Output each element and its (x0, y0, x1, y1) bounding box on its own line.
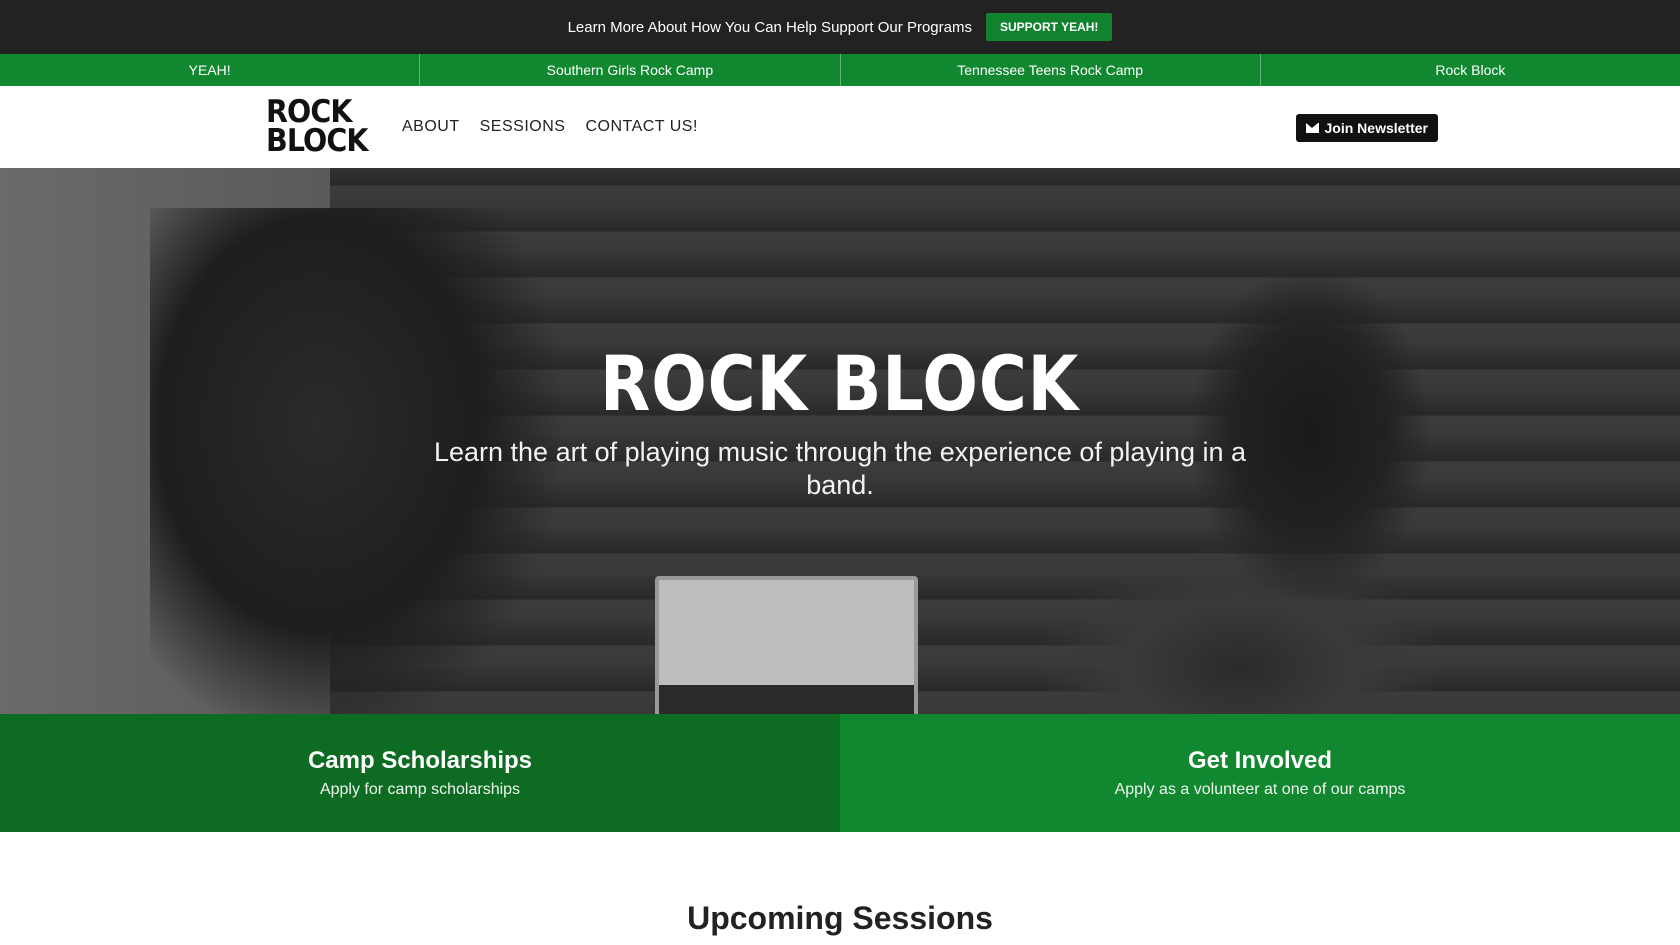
site-tab-yeah[interactable]: YEAH! (0, 54, 421, 86)
nav-contact-us[interactable]: CONTACT US! (585, 118, 697, 136)
site-tab-rock-block[interactable]: Rock Block (1261, 54, 1680, 86)
support-yeah-button[interactable]: SUPPORT YEAH! (985, 13, 1113, 41)
cta-row: Camp Scholarships Apply for camp scholar… (0, 714, 1680, 832)
camp-scholarships-card[interactable]: Camp Scholarships Apply for camp scholar… (0, 714, 840, 832)
site-tab-tennessee-teens-rock-camp[interactable]: Tennessee Teens Rock Camp (841, 54, 1261, 86)
site-header: ROCK BLOCK ABOUT SESSIONS CONTACT US! Jo… (0, 86, 1680, 168)
hero-subtitle: Learn the art of playing music through t… (433, 437, 1246, 500)
nav-about[interactable]: ABOUT (402, 118, 460, 136)
rock-block-logo[interactable]: ROCK BLOCK (266, 97, 368, 159)
support-banner: Learn More About How You Can Help Suppor… (0, 0, 1680, 54)
nav-sessions[interactable]: SESSIONS (480, 118, 566, 136)
join-newsletter-button[interactable]: Join Newsletter (1295, 114, 1438, 142)
join-newsletter-label: Join Newsletter (1324, 120, 1428, 136)
hero-photo-amplifier (655, 576, 918, 714)
cta-description: Apply for camp scholarships (319, 781, 521, 798)
get-involved-card[interactable]: Get Involved Apply as a volunteer at one… (840, 714, 1680, 832)
envelope-icon (1305, 123, 1319, 133)
upcoming-sessions-heading: Upcoming Sessions (687, 900, 993, 936)
hero-content: ROCK BLOCK Learn the art of playing musi… (0, 344, 1680, 502)
site-switcher-bar: YEAH! Southern Girls Rock Camp Tennessee… (0, 54, 1680, 86)
main-nav: ABOUT SESSIONS CONTACT US! (402, 86, 698, 168)
cta-title: Get Involved (1187, 747, 1333, 774)
site-tab-southern-girls-rock-camp[interactable]: Southern Girls Rock Camp (420, 54, 841, 86)
cta-description: Apply as a volunteer at one of our camps (1114, 781, 1406, 798)
cta-title: Camp Scholarships (307, 747, 533, 774)
logo-line-2: BLOCK (266, 123, 368, 159)
hero-banner: ROCK BLOCK Learn the art of playing musi… (0, 168, 1680, 714)
hero-title: ROCK BLOCK (600, 339, 1080, 428)
support-message: Learn More About How You Can Help Suppor… (567, 18, 972, 36)
